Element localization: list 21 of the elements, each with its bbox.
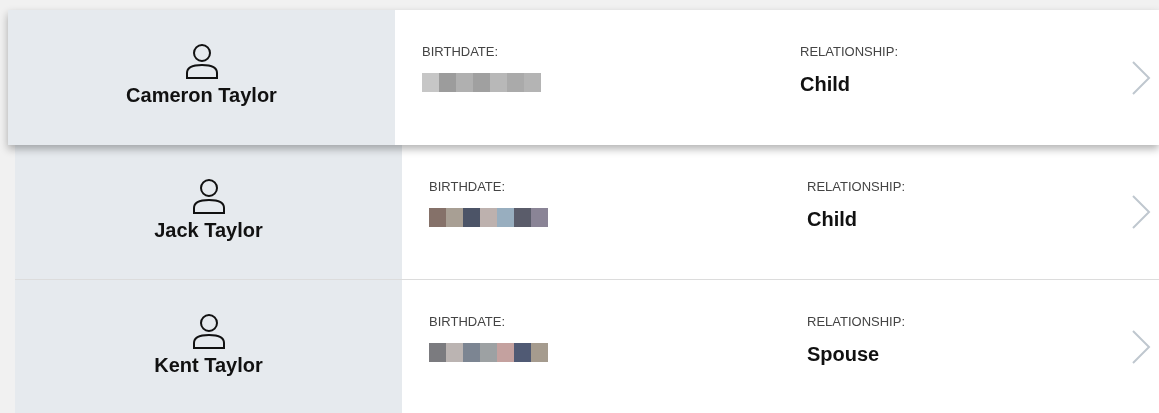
member-name: Kent Taylor xyxy=(154,353,263,377)
chevron-right-icon xyxy=(1131,60,1151,95)
relationship-value: Child xyxy=(807,208,858,231)
person-icon xyxy=(183,42,220,80)
chevron-right-icon xyxy=(1131,195,1151,229)
person-icon xyxy=(190,176,227,215)
relationship-label: RELATIONSHIP: xyxy=(807,314,905,329)
member-name: Jack Taylor xyxy=(154,218,263,242)
relationship-label: RELATIONSHIP: xyxy=(800,44,898,59)
member-card[interactable]: Jack Taylor BIRTHDATE: RELATIONSHIP: Child xyxy=(15,145,1159,280)
birthdate-label: BIRTHDATE: xyxy=(429,179,507,194)
person-icon xyxy=(190,311,227,350)
birthdate-label: BIRTHDATE: xyxy=(429,314,507,329)
member-name: Cameron Taylor xyxy=(126,84,277,107)
chevron-right-icon xyxy=(1131,330,1151,364)
relationship-value: Spouse xyxy=(807,343,881,366)
relationship-value: Child xyxy=(800,73,851,96)
relationship-label: RELATIONSHIP: xyxy=(807,179,905,194)
birthdate-label: BIRTHDATE: xyxy=(422,44,500,59)
member-card[interactable]: Kent Taylor BIRTHDATE: RELATIONSHIP: Spouse xyxy=(15,280,1159,413)
member-card[interactable]: Cameron Taylor BIRTHDATE: RELATIONSHIP: Child xyxy=(8,10,1159,145)
